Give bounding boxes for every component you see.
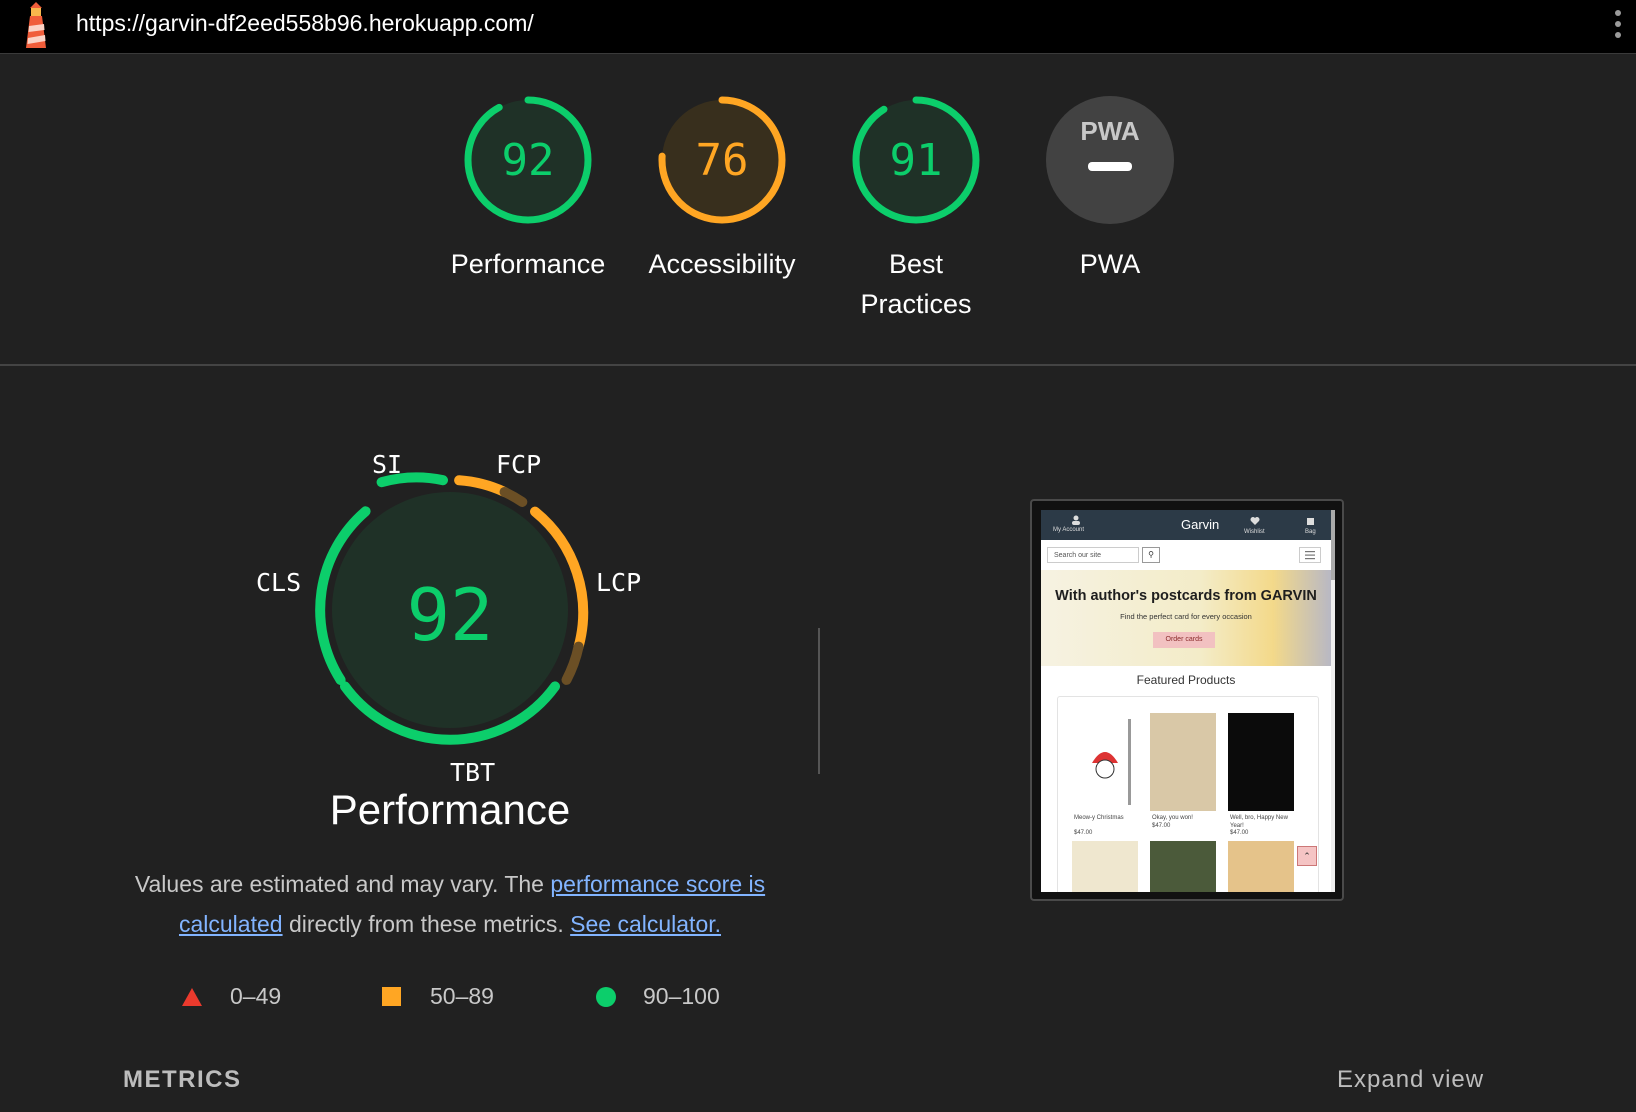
metric-label-tbt[interactable]: TBT xyxy=(450,758,495,787)
bag-link: Bag xyxy=(1305,529,1316,535)
page-url[interactable]: https://garvin-df2eed558b96.herokuapp.co… xyxy=(76,10,534,37)
bag-icon xyxy=(1307,518,1314,525)
product-image xyxy=(1150,713,1216,811)
performance-description: Values are estimated and may vary. The p… xyxy=(120,864,780,944)
product-image xyxy=(1072,841,1138,892)
metric-label-fcp[interactable]: FCP xyxy=(496,450,541,479)
performance-title: Performance xyxy=(329,786,571,833)
metrics-heading: METRICS xyxy=(123,1066,242,1093)
gauge-label: Accessibility xyxy=(648,249,796,279)
site-hero: With author's postcards from GARVIN Find… xyxy=(1041,570,1331,666)
score-ring: 91 xyxy=(852,96,980,224)
top-bar: https://garvin-df2eed558b96.herokuapp.co… xyxy=(0,0,1636,54)
metric-label-lcp[interactable]: LCP xyxy=(596,568,641,597)
site-nav: My Account Garvin Wishlist Bag xyxy=(1041,510,1335,540)
gauge-performance[interactable]: 92 Performance xyxy=(431,94,625,284)
scrollbar xyxy=(1331,510,1335,892)
site-search-input: Search our site xyxy=(1047,547,1139,563)
circle-icon xyxy=(596,987,616,1007)
performance-score: 92 xyxy=(407,573,494,657)
product-grid: Meow-y Christmas $47.00 Okay, you won! $… xyxy=(1057,696,1319,892)
product-price: $47.00 xyxy=(1230,830,1249,836)
featured-heading: Featured Products xyxy=(1136,673,1236,687)
pwa-icon: PWA xyxy=(1046,96,1174,224)
hero-title: With author's postcards from GARVIN xyxy=(1055,588,1317,604)
product-name: Okay, you won! xyxy=(1152,815,1193,821)
account-link: My Account xyxy=(1053,527,1085,533)
legend-range-pass: 90–100 xyxy=(643,983,720,1009)
metric-label-si[interactable]: SI xyxy=(372,450,402,479)
category-gauges: 92 Performance 76 Accessibility 91 Best … xyxy=(0,56,1636,364)
gauge-pwa[interactable]: PWA PWA xyxy=(1013,94,1207,284)
gauge-score: 92 xyxy=(502,135,555,186)
performance-gauge: 92 SI FCP LCP TBT CLS xyxy=(250,440,650,800)
scroll-top-icon: ⌃ xyxy=(1297,846,1317,866)
gauge-label: PWA xyxy=(1079,249,1141,279)
gauge-label: Performance xyxy=(450,249,606,279)
product-price: $47.00 xyxy=(1152,823,1171,829)
screenshot-screen: My Account Garvin Wishlist Bag Search ou… xyxy=(1041,510,1335,892)
score-ring: 92 xyxy=(464,96,592,224)
gauge-score: 91 xyxy=(890,135,943,186)
kebab-menu-icon[interactable] xyxy=(1612,10,1624,44)
wishlist-link: Wishlist xyxy=(1244,529,1265,535)
gauge-best-practices[interactable]: 91 Best Practices xyxy=(819,94,1013,324)
site-brand: Garvin xyxy=(1181,517,1220,532)
product-image xyxy=(1150,841,1216,892)
hero-subtitle: Find the perfect card for every occasion xyxy=(1120,612,1252,621)
triangle-icon xyxy=(182,988,202,1006)
section-divider xyxy=(0,364,1636,366)
heart-icon xyxy=(1250,517,1260,525)
user-icon xyxy=(1072,515,1080,525)
product-price: $47.00 xyxy=(1074,830,1093,836)
metric-arc-fcp xyxy=(454,475,510,497)
vertical-divider xyxy=(818,628,820,774)
final-screenshot[interactable]: My Account Garvin Wishlist Bag Search ou… xyxy=(1030,499,1344,901)
see-calculator-link[interactable]: See calculator. xyxy=(570,911,721,937)
score-ring: 76 xyxy=(658,96,786,224)
gauge-label: Best Practices xyxy=(860,249,972,319)
description-prefix: Values are estimated and may vary. The xyxy=(134,871,551,897)
expand-view-button[interactable]: Expand view xyxy=(1337,1066,1484,1094)
product-image xyxy=(1228,713,1294,811)
order-cards-button: Order cards xyxy=(1153,632,1215,648)
square-icon xyxy=(382,987,401,1006)
pwa-badge-text: PWA xyxy=(1080,116,1139,146)
metric-label-cls[interactable]: CLS xyxy=(256,568,301,597)
gauge-score: 76 xyxy=(696,135,749,186)
product-image xyxy=(1072,713,1138,811)
search-icon: ⚲ xyxy=(1142,547,1160,563)
product-name: Meow-y Christmas xyxy=(1074,815,1124,821)
legend-range-average: 50–89 xyxy=(430,983,494,1009)
score-legend: 0–49 50–89 90–100 xyxy=(0,976,800,1016)
gauge-accessibility[interactable]: 76 Accessibility xyxy=(625,94,819,284)
performance-ring: 92 xyxy=(315,472,589,745)
lighthouse-icon xyxy=(26,2,46,48)
hamburger-icon xyxy=(1299,547,1321,563)
legend-range-fail: 0–49 xyxy=(230,983,282,1009)
description-middle: directly from these metrics. xyxy=(282,911,571,937)
product-name: Well, bro, Happy New Year! xyxy=(1230,815,1288,829)
product-image xyxy=(1228,841,1294,892)
